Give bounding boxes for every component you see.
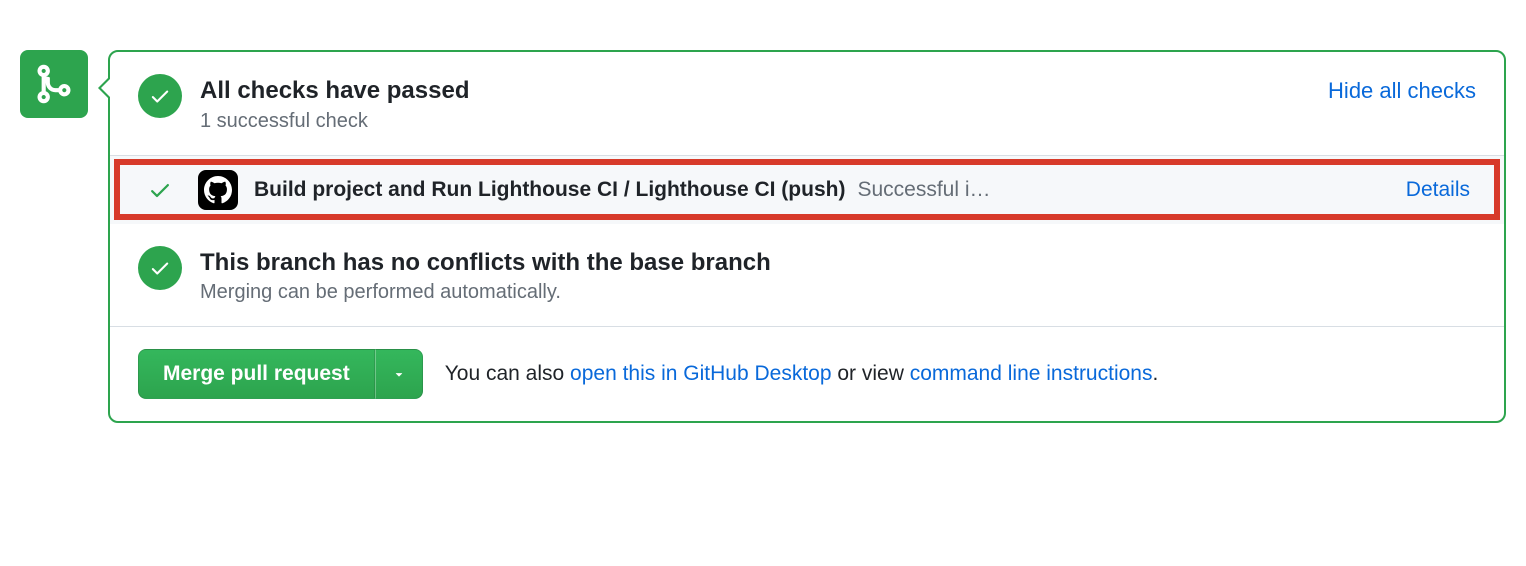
text-prefix: You can also: [445, 362, 570, 385]
text-suffix: .: [1152, 362, 1158, 385]
conflicts-section: This branch has no conflicts with the ba…: [110, 224, 1504, 327]
text-mid: or view: [832, 362, 910, 385]
merge-status-box: All checks have passed 1 successful chec…: [108, 50, 1506, 423]
toggle-checks-link[interactable]: Hide all checks: [1328, 74, 1476, 104]
merge-button-group: Merge pull request: [138, 349, 423, 399]
check-icon: [148, 178, 172, 202]
success-status-circle: [138, 246, 182, 290]
github-actions-avatar: [198, 170, 238, 210]
checks-subtitle: 1 successful check: [200, 110, 1310, 133]
merge-action-row: Merge pull request You can also open thi…: [110, 326, 1504, 421]
check-details-link[interactable]: Details: [1406, 178, 1476, 202]
conflicts-title: This branch has no conflicts with the ba…: [200, 246, 1476, 280]
check-icon: [149, 85, 171, 107]
check-icon: [149, 257, 171, 279]
command-line-link[interactable]: command line instructions: [910, 362, 1153, 385]
merge-pull-request-button[interactable]: Merge pull request: [138, 349, 375, 399]
checks-summary-section: All checks have passed 1 successful chec…: [110, 52, 1504, 155]
git-merge-icon: [32, 62, 76, 106]
check-status: Successful i…: [857, 178, 990, 202]
checks-title: All checks have passed: [200, 74, 1310, 108]
conflicts-subtitle: Merging can be performed automatically.: [200, 281, 1476, 304]
open-desktop-link[interactable]: open this in GitHub Desktop: [570, 362, 831, 385]
merge-options-dropdown[interactable]: [375, 349, 423, 399]
check-name: Build project and Run Lighthouse CI / Li…: [254, 178, 845, 202]
git-merge-badge: [20, 50, 88, 118]
merge-alt-text: You can also open this in GitHub Desktop…: [445, 362, 1159, 386]
caret-down-icon: [392, 367, 406, 381]
success-status-circle: [138, 74, 182, 118]
check-item-row: Build project and Run Lighthouse CI / Li…: [110, 155, 1504, 224]
github-icon: [204, 176, 232, 204]
